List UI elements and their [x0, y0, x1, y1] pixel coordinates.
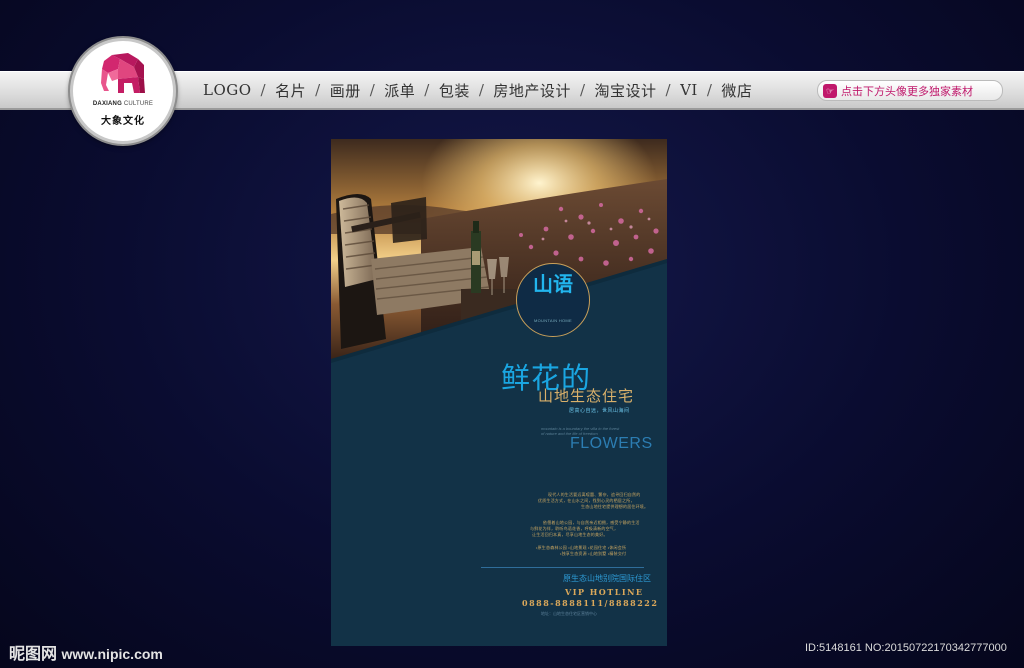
- nav-item-packaging[interactable]: 包装: [439, 80, 470, 101]
- nav-separator: /: [260, 81, 267, 99]
- nav-separator: /: [579, 81, 586, 99]
- nav-menu: LOGO / 名片 / 画册 / 派单 / 包装 / 房地产设计 / 淘宝设计 …: [203, 72, 752, 108]
- watermark-brand: 昵图网: [9, 646, 58, 663]
- hand-pointer-icon: ☞: [823, 83, 837, 98]
- divider-line: [481, 567, 644, 568]
- watermark-url: www.nipic.com: [61, 646, 163, 662]
- nav-separator: /: [424, 81, 430, 99]
- nav-separator: /: [706, 81, 713, 99]
- logo-chinese-name: 大象文化: [101, 116, 145, 127]
- nav-item-flyer[interactable]: 派单: [384, 80, 415, 101]
- headline-sub: 山地生态住宅: [538, 388, 635, 405]
- nav-separator: /: [369, 81, 376, 99]
- nav-item-business-card[interactable]: 名片: [275, 80, 306, 101]
- nav-separator: /: [478, 81, 485, 99]
- body-text-line: 让生活回归本真，尽享山地生态的美好。: [532, 532, 608, 537]
- logo-english-name: DAXIANG CULTURE: [92, 101, 154, 107]
- nav-item-taobao-design[interactable]: 淘宝设计: [595, 80, 657, 101]
- nav-item-brochure[interactable]: 画册: [330, 80, 361, 101]
- vip-hotline-label: VIP HOTLINE: [565, 587, 644, 597]
- nav-separator: /: [665, 81, 672, 99]
- flowers-title: FLOWERS: [570, 435, 653, 452]
- nav-item-logo[interactable]: LOGO: [203, 81, 252, 99]
- address-text: 地址：山地生态住宅区营销中心: [541, 611, 597, 616]
- tagline: 居高心自远，世风山海间: [569, 408, 630, 414]
- watermark-id: ID:5148161 NO:20150722170342777000: [805, 642, 1007, 654]
- brand-emblem: 山语 MOUNTAIN HOME: [516, 263, 590, 337]
- poster: 山语 MOUNTAIN HOME 鲜花的 山地生态住宅 居高心自远，世风山海间 …: [331, 139, 667, 646]
- elephant-icon: [101, 53, 145, 93]
- brand-logo[interactable]: DAXIANG CULTURE 大象文化: [70, 38, 176, 144]
- nav-item-real-estate-design[interactable]: 房地产设计: [493, 80, 571, 101]
- brand-subtitle: MOUNTAIN HOME: [533, 318, 573, 323]
- nav-item-weidian[interactable]: 微店: [721, 80, 752, 101]
- nav-item-vi[interactable]: VI: [680, 81, 698, 99]
- body-text-line: •独享生态资源 •山地别墅 •精装交付: [560, 551, 627, 556]
- body-text-line: 生态山地住宅提供理想的居住环境。: [581, 504, 649, 509]
- project-name: 原生态山地别院国际住区: [563, 574, 651, 583]
- promo-button[interactable]: ☞ 点击下方头像更多独家素材: [817, 80, 1003, 101]
- brand-name: 山语: [533, 272, 573, 296]
- promo-label: 点击下方头像更多独家素材: [841, 85, 973, 98]
- hotline-number: 0888-8888111/8888222: [522, 598, 659, 608]
- nav-separator: /: [315, 81, 321, 99]
- watermark-site: 昵图网 www.nipic.com: [9, 640, 163, 664]
